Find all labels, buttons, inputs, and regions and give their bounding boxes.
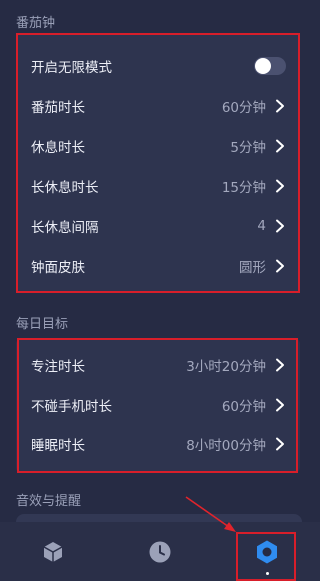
annotation-arrow: [185, 496, 236, 532]
